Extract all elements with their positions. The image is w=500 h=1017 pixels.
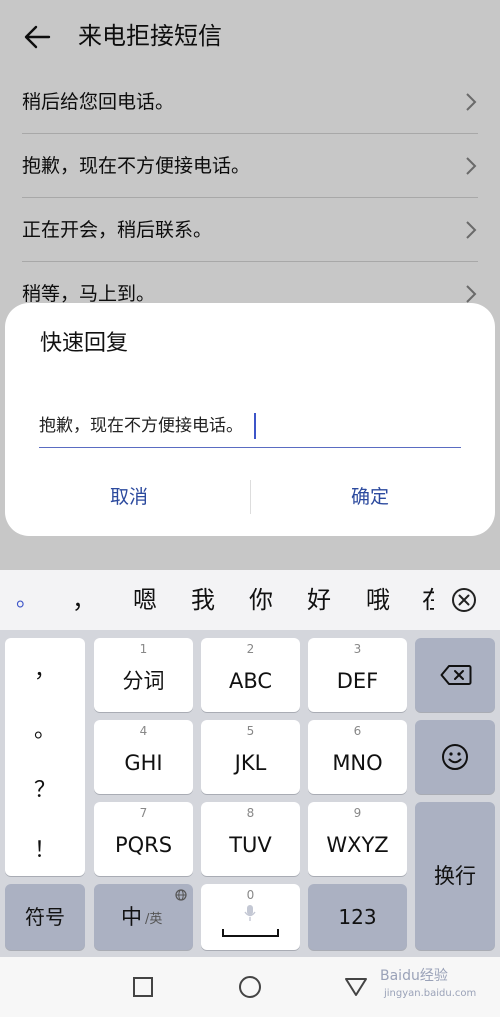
key-label-secondary: /英 xyxy=(145,912,163,927)
enter-key[interactable]: 换行 xyxy=(415,802,495,950)
key-label: 换行 xyxy=(434,864,476,888)
watermark-logo: Baidu经验 xyxy=(380,968,448,984)
space-key[interactable]: 0 xyxy=(201,884,300,950)
circle-x-icon[interactable] xyxy=(450,586,478,614)
key-number: 4 xyxy=(139,724,148,738)
key-label: PQRS xyxy=(114,833,173,857)
key-label: 123 xyxy=(338,905,377,929)
key-label: TUV xyxy=(229,833,272,857)
language-switch-key[interactable]: 中 /英 xyxy=(94,884,193,950)
key-number: 8 xyxy=(246,806,255,820)
key-label: GHI xyxy=(124,751,163,775)
key-number: 0 xyxy=(246,888,255,902)
candidate-item[interactable]: 你 xyxy=(249,585,273,615)
punct-key[interactable]: ， xyxy=(5,658,85,684)
key-label-primary: 中 xyxy=(121,905,142,929)
key-label: JKL xyxy=(234,751,267,775)
candidate-item[interactable]: 哦 xyxy=(366,585,390,615)
quick-reply-dialog: 快速回复 抱歉，现在不方便接电话。 取消 确定 xyxy=(5,303,495,536)
text-caret xyxy=(254,413,256,439)
candidate-item[interactable]: 嗯 xyxy=(133,585,157,615)
confirm-button[interactable]: 确定 xyxy=(270,473,470,521)
key-number: 1 xyxy=(139,642,148,656)
system-navigation-bar xyxy=(0,957,500,1017)
cancel-button[interactable]: 取消 xyxy=(29,473,229,521)
key-3[interactable]: 3 DEF xyxy=(308,638,407,712)
key-label: 符号 xyxy=(25,905,65,929)
key-label: WXYZ xyxy=(326,833,389,857)
punct-key[interactable]: ？ xyxy=(5,778,85,804)
punctuation-column[interactable]: ， 。 ？ ！ xyxy=(5,638,85,876)
square-icon[interactable] xyxy=(132,976,154,998)
key-7[interactable]: 7 PQRS xyxy=(94,802,193,876)
reply-input-value[interactable]: 抱歉，现在不方便接电话。 xyxy=(39,414,243,438)
key-number: 6 xyxy=(353,724,362,738)
backspace-icon xyxy=(440,665,472,685)
key-number: 3 xyxy=(353,642,362,656)
dialog-title: 快速回复 xyxy=(40,331,129,356)
smiley-icon xyxy=(442,744,468,770)
key-label: ABC xyxy=(228,669,273,693)
key-1[interactable]: 1 分词 xyxy=(94,638,193,712)
watermark-url: jingyan.baidu.com xyxy=(384,988,477,999)
punct-key[interactable]: 。 xyxy=(5,718,85,744)
key-number: 5 xyxy=(246,724,255,738)
key-2[interactable]: 2 ABC xyxy=(201,638,300,712)
globe-icon xyxy=(175,889,187,901)
key-label: DEF xyxy=(336,669,379,693)
microphone-icon xyxy=(244,905,256,921)
key-4[interactable]: 4 GHI xyxy=(94,720,193,794)
reply-input[interactable]: 抱歉，现在不方便接电话。 xyxy=(39,406,461,448)
key-number: 7 xyxy=(139,806,148,820)
button-divider xyxy=(250,480,251,514)
number-mode-key[interactable]: 123 xyxy=(308,884,407,950)
key-label: MNO xyxy=(332,751,383,775)
key-number: 9 xyxy=(353,806,362,820)
space-bar-icon xyxy=(222,929,279,937)
triangle-icon[interactable] xyxy=(344,976,368,998)
key-label: 分词 xyxy=(122,669,165,693)
symbols-key[interactable]: 符号 xyxy=(5,884,85,950)
emoji-key[interactable] xyxy=(415,720,495,794)
keyboard: ， 。 ？ ！ 1 分词 2 ABC 3 DEF 4 GHI 5 JKL 6 M… xyxy=(0,630,500,957)
candidate-item[interactable]: 在 xyxy=(422,585,434,615)
key-8[interactable]: 8 TUV xyxy=(201,802,300,876)
candidate-item[interactable]: 我 xyxy=(191,585,215,615)
candidate-bar: 。 ， 嗯 我 你 好 哦 在 xyxy=(0,570,500,630)
candidate-item[interactable]: ， xyxy=(72,585,96,615)
key-6[interactable]: 6 MNO xyxy=(308,720,407,794)
key-number: 2 xyxy=(246,642,255,656)
punct-key[interactable]: ！ xyxy=(5,838,85,864)
key-9[interactable]: 9 WXYZ xyxy=(308,802,407,876)
backspace-key[interactable] xyxy=(415,638,495,712)
candidate-item[interactable]: 。 xyxy=(16,585,38,615)
circle-icon[interactable] xyxy=(238,975,262,999)
candidate-item[interactable]: 好 xyxy=(307,585,331,615)
key-5[interactable]: 5 JKL xyxy=(201,720,300,794)
